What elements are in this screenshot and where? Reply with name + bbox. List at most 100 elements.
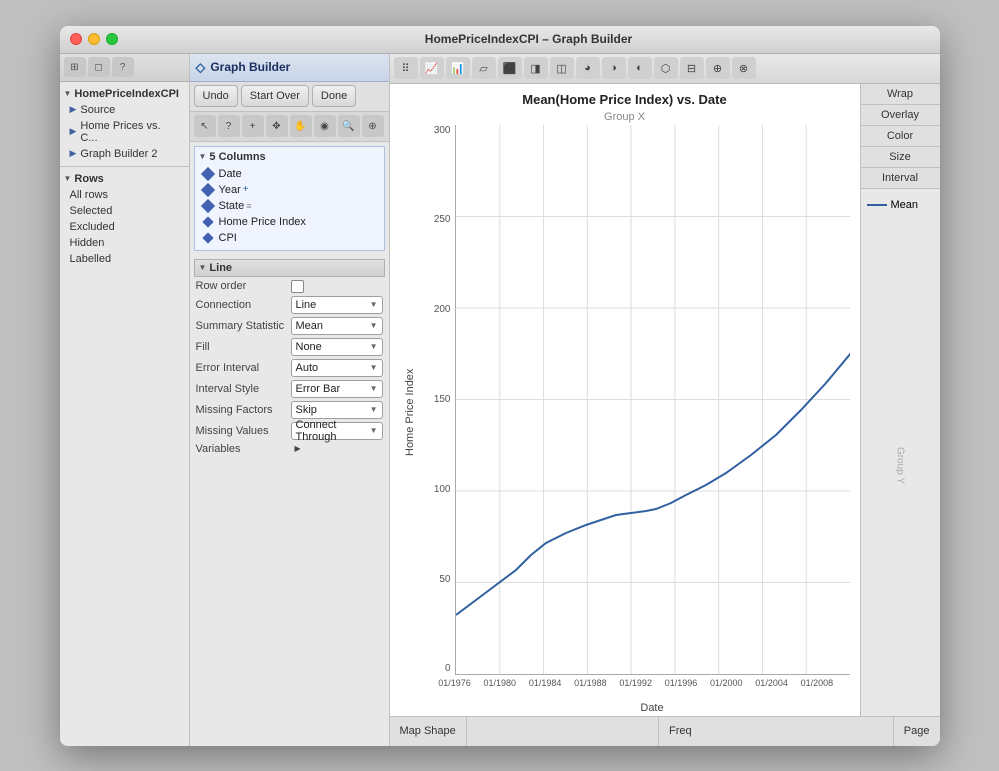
collapse-icon: ▼: [64, 89, 72, 98]
nav-item-home-prices[interactable]: ▶ Home Prices vs. C...: [60, 118, 189, 146]
col-year[interactable]: Year +: [199, 182, 380, 198]
y-ticks: 0 50 100 150 200 250 300: [420, 125, 453, 675]
y-tick-250: 250: [422, 214, 451, 225]
rows-hidden[interactable]: Hidden: [60, 235, 189, 251]
add-tool[interactable]: +: [242, 115, 264, 137]
missing-factors-label: Missing Factors: [196, 404, 291, 416]
summary-statistic-dropdown[interactable]: Mean ▼: [291, 317, 383, 335]
summary-statistic-row: Summary Statistic Mean ▼: [194, 317, 385, 335]
year-icon: [200, 182, 214, 196]
missing-factors-row: Missing Factors Skip ▼: [194, 401, 385, 419]
window-title: HomePriceIndexCPI – Graph Builder: [128, 32, 930, 46]
state-icon: [200, 198, 214, 212]
graph-builder-nav-icon: ▶: [70, 148, 77, 159]
group-y-label: Group Y: [893, 443, 907, 488]
variables-label: Variables: [196, 443, 291, 455]
move-tool[interactable]: ✥: [266, 115, 288, 137]
graph-toolbar: ⠿ 📈 📊 ▱ ⬛ ◨ ◫ ◕ ◑ ◐ ⬡ ⊟ ⊕ ⊗: [390, 54, 940, 84]
chart-bar-icon[interactable]: 📊: [446, 57, 470, 79]
data-filter-icon[interactable]: ⊞: [64, 57, 86, 77]
gb-icon-bar: ↖ ? + ✥ ✋ ◉ 🔍 ⊕: [190, 112, 389, 142]
missing-values-label: Missing Values: [196, 425, 291, 437]
row-order-row: Row order: [194, 280, 385, 293]
fill-dropdown[interactable]: None ▼: [291, 338, 383, 356]
missing-values-arrow-icon: ▼: [370, 426, 378, 435]
chart-type7-icon[interactable]: ◫: [550, 57, 574, 79]
chart-type10-icon[interactable]: ◐: [628, 57, 652, 79]
chart-type6-icon[interactable]: ◨: [524, 57, 548, 79]
interval-style-dropdown[interactable]: Error Bar ▼: [291, 380, 383, 398]
done-button[interactable]: Done: [312, 85, 356, 107]
file-nav-header[interactable]: ▼ HomePriceIndexCPI: [60, 86, 189, 102]
connection-dropdown[interactable]: Line ▼: [291, 296, 383, 314]
chart-pan-icon[interactable]: ⊗: [732, 57, 756, 79]
connection-label: Connection: [196, 299, 291, 311]
color-button[interactable]: Color: [861, 126, 940, 147]
wrap-button[interactable]: Wrap: [861, 84, 940, 105]
fill-label: Fill: [196, 341, 291, 353]
interval-style-arrow-icon: ▼: [370, 384, 378, 393]
col-state[interactable]: State ≡: [199, 198, 380, 214]
x-tick-1976: 01/1976: [438, 678, 471, 688]
col-date[interactable]: Date: [199, 166, 380, 182]
rows-all[interactable]: All rows: [60, 187, 189, 203]
chart-scatter-icon[interactable]: ⠿: [394, 57, 418, 79]
chart-type5-icon[interactable]: ⬛: [498, 57, 522, 79]
gb-toolbar: Undo Start Over Done: [190, 82, 389, 112]
columns-header: ▼ 5 Columns: [199, 151, 380, 163]
map-shape-button[interactable]: Map Shape: [390, 717, 467, 746]
chart-body: Home Price Index 0 50 100 150 200 250 30…: [400, 125, 850, 700]
minimize-button[interactable]: [88, 33, 100, 45]
bottom-bar: Map Shape Freq Page: [390, 716, 940, 746]
interval-style-row: Interval Style Error Bar ▼: [194, 380, 385, 398]
nav-item-source[interactable]: ▶ Source: [60, 102, 189, 118]
variables-row[interactable]: Variables ▶: [194, 443, 385, 455]
rows-selected[interactable]: Selected: [60, 203, 189, 219]
hand-tool[interactable]: ✋: [290, 115, 312, 137]
connection-arrow-icon: ▼: [370, 300, 378, 309]
source-icon: ▶: [70, 104, 77, 115]
chart-settings-icon[interactable]: ⊟: [680, 57, 704, 79]
pointer-tool[interactable]: ↖: [194, 115, 216, 137]
missing-values-dropdown[interactable]: Connect Through ▼: [291, 422, 383, 440]
chart-type8-icon[interactable]: ◕: [576, 57, 600, 79]
chart-type9-icon[interactable]: ◑: [602, 57, 626, 79]
lasso-tool[interactable]: ◉: [314, 115, 336, 137]
help-icon[interactable]: ?: [112, 57, 134, 77]
page-button[interactable]: Page: [893, 717, 940, 746]
cpi-icon: [202, 232, 213, 243]
chart-area-icon[interactable]: ▱: [472, 57, 496, 79]
col-home-price[interactable]: Home Price Index: [199, 214, 380, 230]
title-bar: HomePriceIndexCPI – Graph Builder: [60, 26, 940, 54]
window-tools-icon[interactable]: ◻: [88, 57, 110, 77]
help-tool[interactable]: ?: [218, 115, 240, 137]
start-over-button[interactable]: Start Over: [241, 85, 309, 107]
zoom-tool[interactable]: 🔍: [338, 115, 360, 137]
freq-button[interactable]: Freq: [658, 717, 702, 746]
col-cpi[interactable]: CPI: [199, 230, 380, 246]
interval-button[interactable]: Interval: [861, 168, 940, 189]
right-sidebar: Wrap Overlay Color Size Interval Mean Gr…: [860, 84, 940, 716]
chart-zoom-icon[interactable]: ⊕: [706, 57, 730, 79]
rows-labelled[interactable]: Labelled: [60, 251, 189, 267]
nav-item-graph-builder[interactable]: ▶ Graph Builder 2: [60, 146, 189, 162]
size-button[interactable]: Size: [861, 147, 940, 168]
rows-header: ▼ Rows: [60, 171, 189, 187]
rows-excluded[interactable]: Excluded: [60, 219, 189, 235]
y-tick-0: 0: [422, 663, 451, 674]
overlay-button[interactable]: Overlay: [861, 105, 940, 126]
missing-factors-arrow-icon: ▼: [370, 405, 378, 414]
undo-button[interactable]: Undo: [194, 85, 238, 107]
chart-line-icon[interactable]: 📈: [420, 57, 444, 79]
x-tick-2008: 01/2008: [801, 678, 834, 688]
error-interval-dropdown[interactable]: Auto ▼: [291, 359, 383, 377]
close-button[interactable]: [70, 33, 82, 45]
x-tick-2000: 01/2000: [710, 678, 743, 688]
chart-group-x-label: Group X: [390, 109, 860, 125]
maximize-button[interactable]: [106, 33, 118, 45]
brush-tool[interactable]: ⊕: [362, 115, 384, 137]
missing-factors-dropdown[interactable]: Skip ▼: [291, 401, 383, 419]
chart-overlay-icon[interactable]: ⬡: [654, 57, 678, 79]
chart-inner: 0 50 100 150 200 250 300: [420, 125, 850, 700]
row-order-checkbox[interactable]: [291, 280, 304, 293]
